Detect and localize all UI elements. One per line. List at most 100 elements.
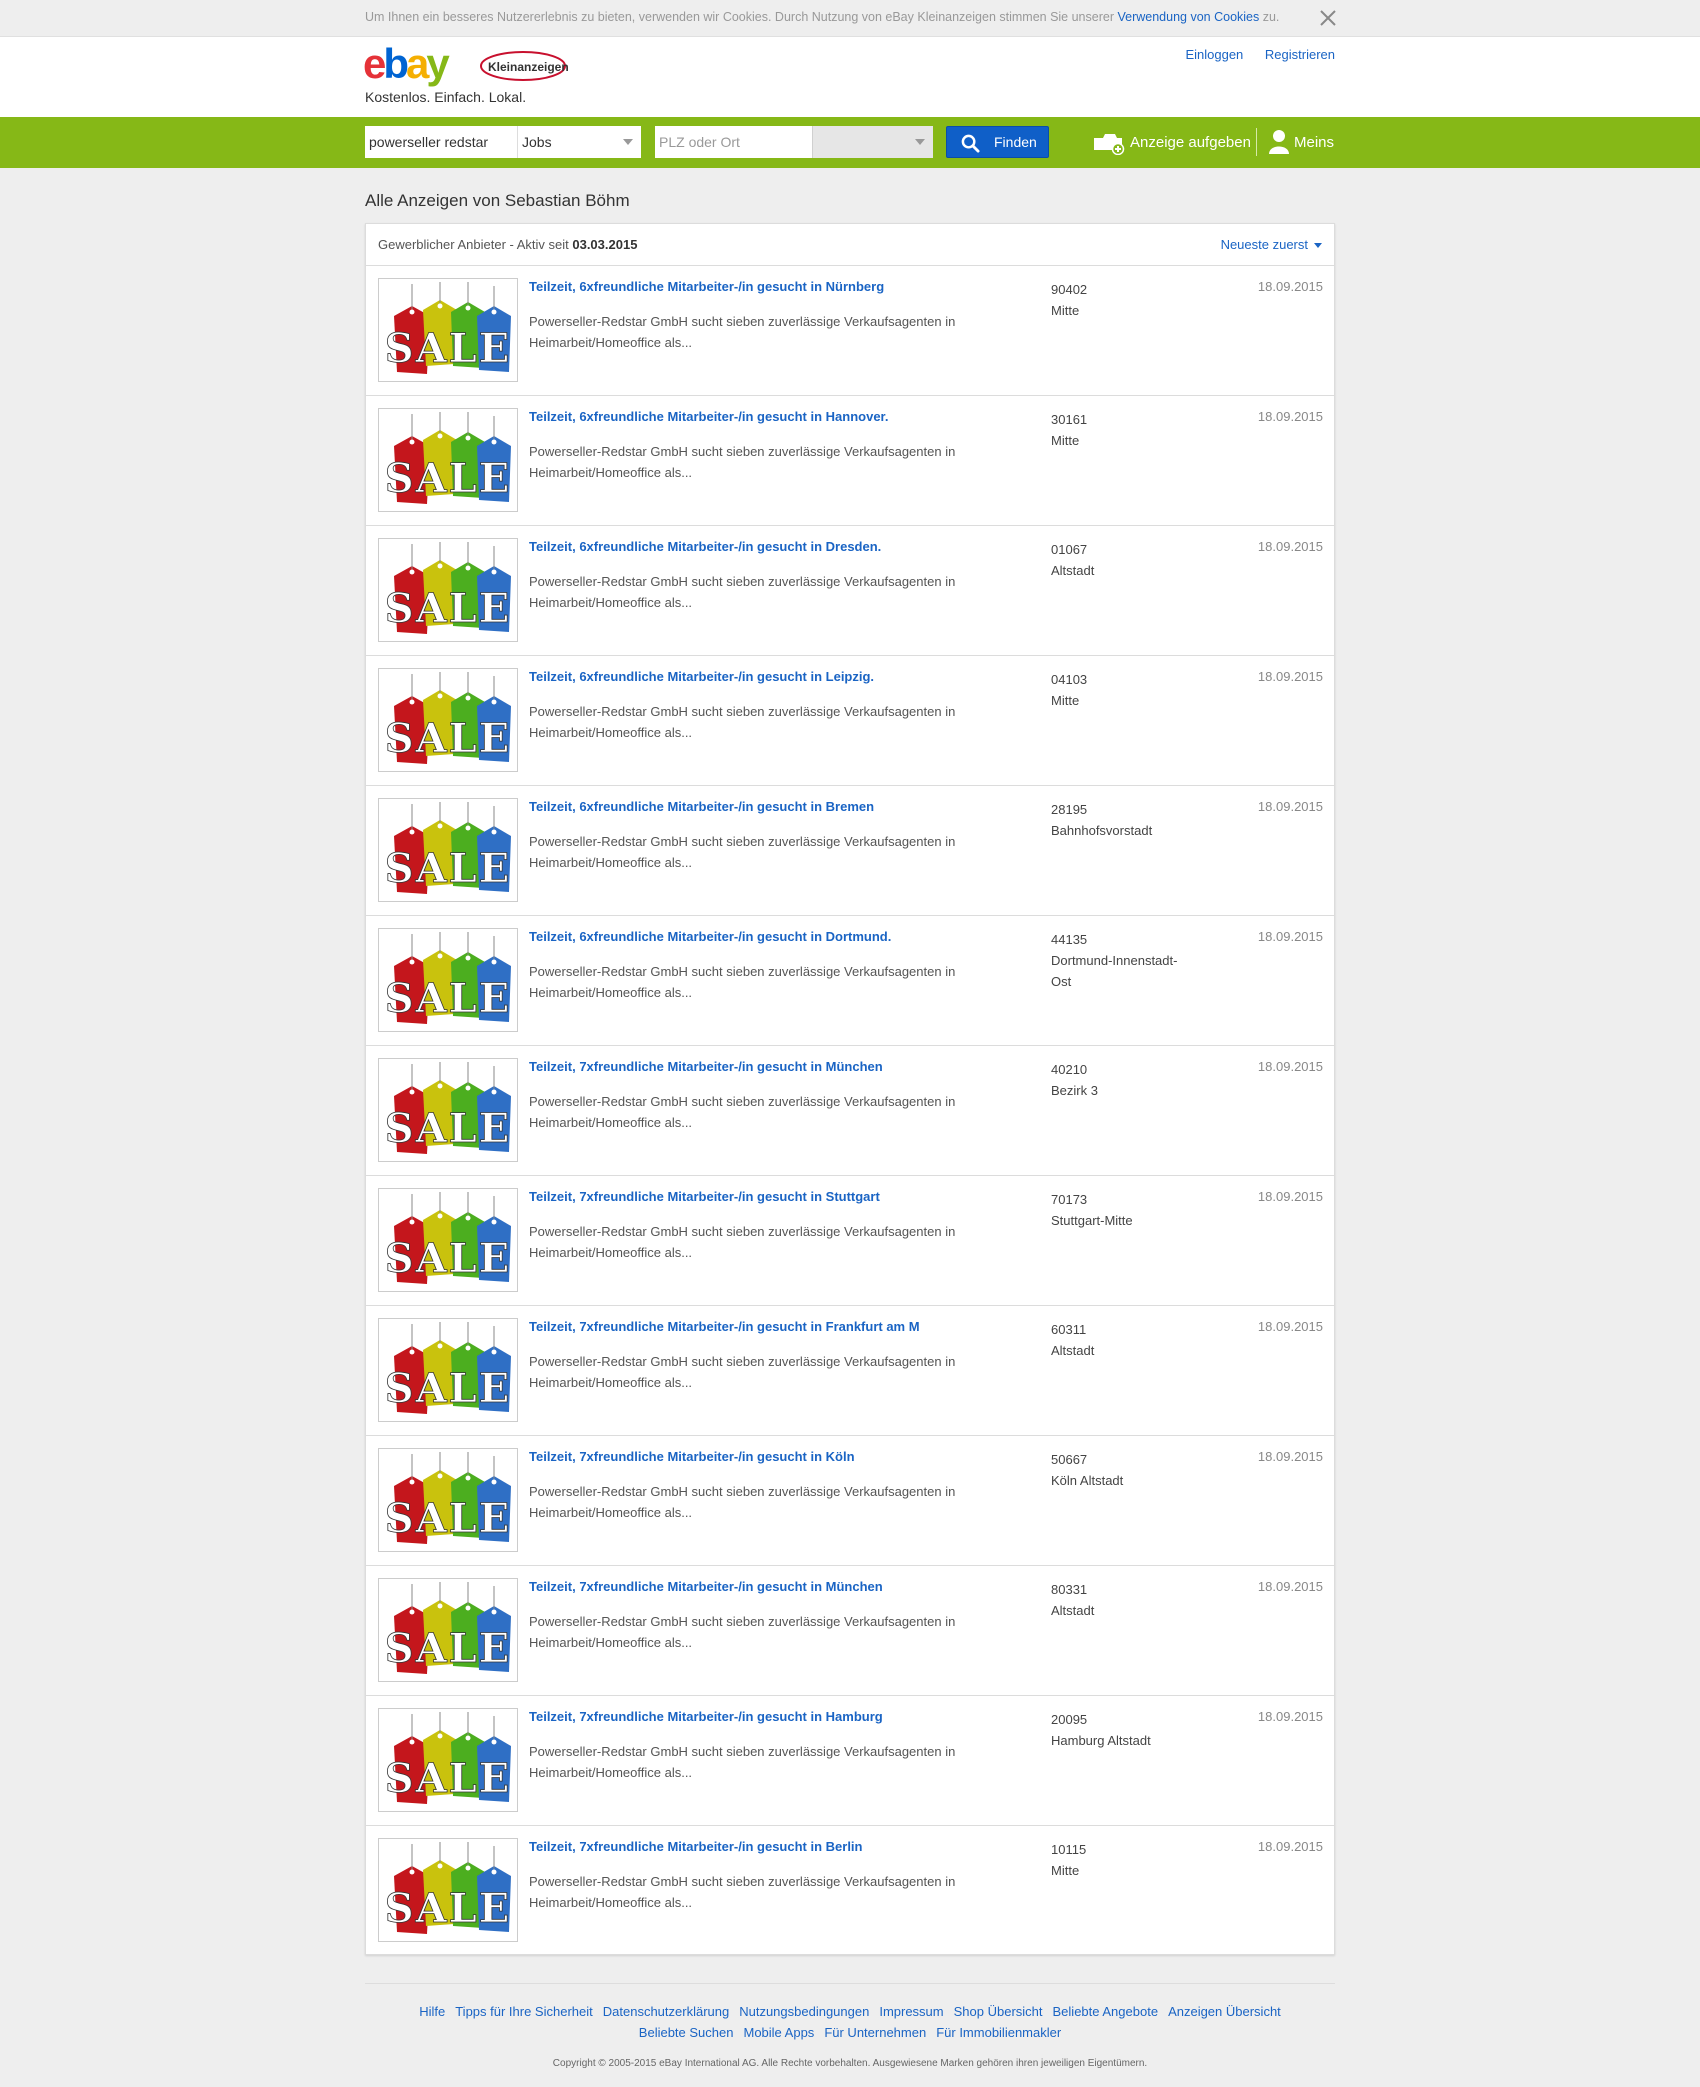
ad-location: 90402 Mitte — [1051, 279, 1191, 321]
ad-thumbnail[interactable]: SALE — [378, 798, 518, 902]
thumb-text: SALE — [385, 455, 512, 502]
ad-list-item[interactable]: SALE Teilzeit, 7xfreundliche Mitarbeiter… — [366, 1566, 1334, 1696]
footer-divider — [365, 1983, 1335, 1984]
ad-description: Powerseller-Redstar GmbH sucht sieben zu… — [529, 314, 956, 350]
footer-link[interactable]: Für Unternehmen — [824, 2025, 926, 2040]
ad-title[interactable]: Teilzeit, 7xfreundliche Mitarbeiter-/in … — [529, 1709, 883, 1724]
ad-zip: 44135 — [1051, 932, 1088, 947]
ad-zip: 70173 — [1051, 1192, 1088, 1207]
ad-thumbnail[interactable]: SALE — [378, 928, 518, 1032]
footer-link[interactable]: Nutzungsbedingungen — [739, 2004, 869, 2019]
sale-tags-image: SALE — [384, 1062, 511, 1154]
ad-thumbnail[interactable]: SALE — [378, 668, 518, 772]
ad-location: 50667 Köln Altstadt — [1051, 1449, 1191, 1491]
search-input[interactable] — [365, 126, 517, 158]
site-header: ebay Kleinanzeigen Kostenlos. Einfach. L… — [0, 37, 1700, 117]
ad-thumbnail[interactable]: SALE — [378, 1188, 518, 1292]
ad-title[interactable]: Teilzeit, 7xfreundliche Mitarbeiter-/in … — [529, 1449, 855, 1464]
ad-date: 18.09.2015 — [1257, 409, 1323, 424]
category-select[interactable]: Jobs — [517, 126, 641, 158]
footer-link[interactable]: Beliebte Suchen — [639, 2025, 734, 2040]
ad-title[interactable]: Teilzeit, 7xfreundliche Mitarbeiter-/in … — [529, 1579, 883, 1594]
ad-zip: 90402 — [1051, 282, 1088, 297]
ad-title[interactable]: Teilzeit, 7xfreundliche Mitarbeiter-/in … — [529, 1189, 880, 1204]
ad-list-item[interactable]: SALE Teilzeit, 6xfreundliche Mitarbeiter… — [366, 266, 1334, 396]
close-icon[interactable] — [1318, 8, 1338, 28]
ad-district: Köln Altstadt — [1051, 1473, 1124, 1488]
ad-list-card: Gewerblicher Anbieter - Aktiv seit 03.03… — [365, 223, 1335, 1955]
location-input[interactable] — [655, 126, 812, 158]
ad-date: 18.09.2015 — [1257, 1579, 1323, 1594]
ad-title[interactable]: Teilzeit, 7xfreundliche Mitarbeiter-/in … — [529, 1839, 863, 1854]
ad-description: Powerseller-Redstar GmbH sucht sieben zu… — [529, 1874, 956, 1910]
ad-district: Altstadt — [1051, 1603, 1095, 1618]
sale-tags-image: SALE — [384, 802, 512, 894]
footer-link[interactable]: Anzeigen Übersicht — [1168, 2004, 1281, 2019]
ad-list-item[interactable]: SALE Teilzeit, 6xfreundliche Mitarbeiter… — [366, 526, 1334, 656]
ad-thumbnail[interactable]: SALE — [378, 408, 518, 512]
ad-title[interactable]: Teilzeit, 6xfreundliche Mitarbeiter-/in … — [529, 409, 889, 424]
ad-thumbnail[interactable]: SALE — [378, 1578, 518, 1682]
ad-zip: 04103 — [1051, 672, 1088, 687]
footer-link[interactable]: Für Immobilienmakler — [936, 2025, 1061, 2040]
ad-list-item[interactable]: SALE Teilzeit, 7xfreundliche Mitarbeiter… — [366, 1436, 1334, 1566]
footer-link[interactable]: Impressum — [879, 2004, 943, 2019]
ad-description: Powerseller-Redstar GmbH sucht sieben zu… — [529, 444, 956, 480]
cookie-policy-link[interactable]: Verwendung von Cookies — [1117, 10, 1259, 24]
seller-info: Gewerblicher Anbieter - Aktiv seit 03.03… — [378, 237, 637, 252]
sale-tags-image: SALE — [384, 1712, 511, 1804]
footer-link[interactable]: Tipps für Ihre Sicherheit — [455, 2004, 593, 2019]
thumb-text: SALE — [385, 1495, 512, 1542]
ad-list-item[interactable]: SALE Teilzeit, 6xfreundliche Mitarbeiter… — [366, 656, 1334, 786]
sale-tags-image: SALE — [384, 672, 511, 764]
ad-title[interactable]: Teilzeit, 7xfreundliche Mitarbeiter-/in … — [529, 1059, 883, 1074]
register-link[interactable]: Registrieren — [1265, 47, 1335, 62]
nav-divider — [1256, 128, 1257, 156]
login-link[interactable]: Einloggen — [1185, 47, 1243, 62]
ad-list-item[interactable]: SALE Teilzeit, 7xfreundliche Mitarbeiter… — [366, 1696, 1334, 1826]
footer-link[interactable]: Datenschutzerklärung — [603, 2004, 729, 2019]
ad-thumbnail[interactable]: SALE — [378, 1058, 518, 1162]
ad-title[interactable]: Teilzeit, 6xfreundliche Mitarbeiter-/in … — [529, 539, 881, 554]
ad-description: Powerseller-Redstar GmbH sucht sieben zu… — [529, 704, 956, 740]
ad-thumbnail[interactable]: SALE — [378, 1838, 518, 1942]
ad-thumbnail[interactable]: SALE — [378, 1318, 518, 1422]
ad-location: 30161 Mitte — [1051, 409, 1191, 451]
ad-title[interactable]: Teilzeit, 7xfreundliche Mitarbeiter-/in … — [529, 1319, 920, 1334]
ad-title[interactable]: Teilzeit, 6xfreundliche Mitarbeiter-/in … — [529, 279, 884, 294]
sort-dropdown[interactable]: Neueste zuerst — [1221, 237, 1322, 252]
ad-title[interactable]: Teilzeit, 6xfreundliche Mitarbeiter-/in … — [529, 669, 874, 684]
meins-label: Meins — [1294, 134, 1335, 151]
ad-list-item[interactable]: SALE Teilzeit, 7xfreundliche Mitarbeiter… — [366, 1046, 1334, 1176]
radius-select[interactable] — [812, 126, 933, 158]
ad-list-item[interactable]: SALE Teilzeit, 7xfreundliche Mitarbeiter… — [366, 1826, 1334, 1956]
ad-list-item[interactable]: SALE Teilzeit, 7xfreundliche Mitarbeiter… — [366, 1306, 1334, 1436]
user-icon — [1269, 130, 1289, 154]
ad-district: Dortmund-Innenstadt-Ost — [1051, 953, 1178, 989]
footer-link[interactable]: Mobile Apps — [743, 2025, 814, 2040]
ad-list-item[interactable]: SALE Teilzeit, 6xfreundliche Mitarbeiter… — [366, 786, 1334, 916]
ad-thumbnail[interactable]: SALE — [378, 278, 518, 382]
ad-list-item[interactable]: SALE Teilzeit, 6xfreundliche Mitarbeiter… — [366, 916, 1334, 1046]
thumb-text: SALE — [385, 325, 512, 372]
tagline: Kostenlos. Einfach. Lokal. — [365, 89, 527, 105]
sale-tags-image: SALE — [384, 1582, 511, 1674]
ad-list: SALE Teilzeit, 6xfreundliche Mitarbeiter… — [366, 266, 1334, 1956]
ad-thumbnail[interactable]: SALE — [378, 1708, 518, 1812]
footer-link[interactable]: Beliebte Angebote — [1053, 2004, 1159, 2019]
ad-description: Powerseller-Redstar GmbH sucht sieben zu… — [529, 1484, 956, 1520]
ad-thumbnail[interactable]: SALE — [378, 538, 518, 642]
ad-title[interactable]: Teilzeit, 6xfreundliche Mitarbeiter-/in … — [529, 799, 874, 814]
footer-link[interactable]: Hilfe — [419, 2004, 445, 2019]
ad-thumbnail[interactable]: SALE — [378, 1448, 518, 1552]
ad-title[interactable]: Teilzeit, 6xfreundliche Mitarbeiter-/in … — [529, 929, 891, 944]
ad-location: 04103 Mitte — [1051, 669, 1191, 711]
ad-description: Powerseller-Redstar GmbH sucht sieben zu… — [529, 1094, 956, 1130]
ad-district: Mitte — [1051, 693, 1080, 708]
find-button[interactable]: Finden — [946, 126, 1049, 158]
footer-link[interactable]: Shop Übersicht — [954, 2004, 1043, 2019]
thumb-text: SALE — [385, 845, 512, 892]
ad-list-item[interactable]: SALE Teilzeit, 6xfreundliche Mitarbeiter… — [366, 396, 1334, 526]
ad-list-item[interactable]: SALE Teilzeit, 7xfreundliche Mitarbeiter… — [366, 1176, 1334, 1306]
post-ad-icon — [1094, 134, 1125, 155]
